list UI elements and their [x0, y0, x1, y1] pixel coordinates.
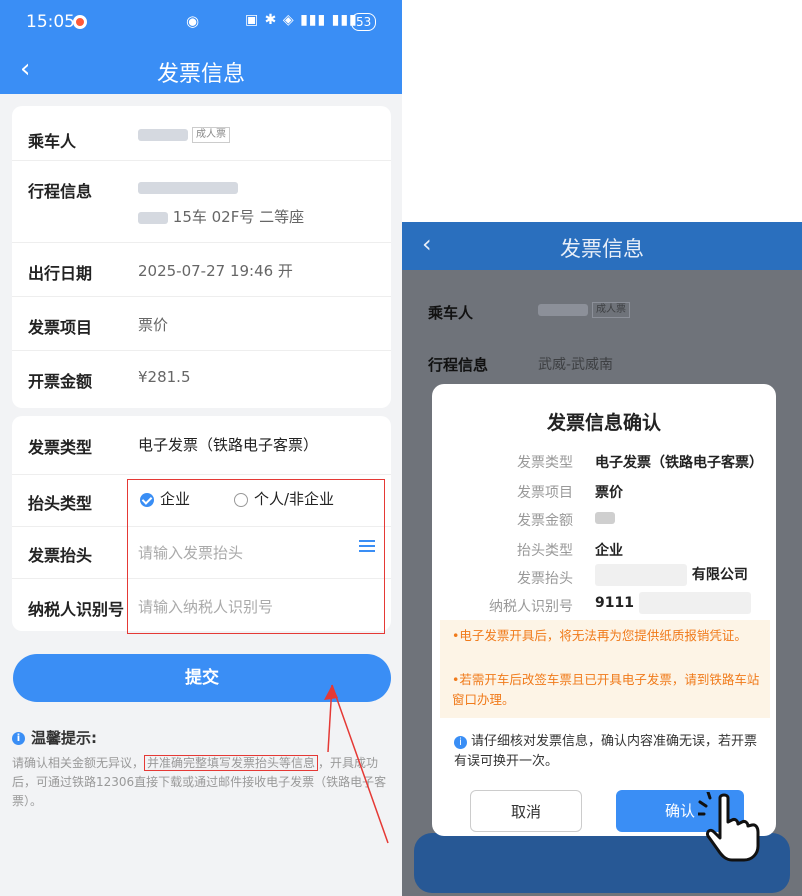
annotation-arrow-icon	[324, 684, 389, 844]
confirm-note: i 请仔细核对发票信息，确认内容准确无误，若开票有误可换开一次。	[454, 734, 758, 769]
dialog-header-value: 有限公司	[595, 564, 748, 586]
dialog-label: 发票项目	[517, 485, 573, 501]
dialog-amount-blurred	[595, 510, 615, 526]
right-screen: ‹ 发票信息 乘车人 成人票 行程信息 武威-武威南 发票信息确认 发票类型 电…	[402, 222, 802, 896]
warning-box: •电子发票开具后，将无法再为您提供纸质报销凭证。 •若需开车后改签车票且已开具电…	[440, 620, 770, 718]
dialog-value: 电子发票（铁路电子客票）	[595, 455, 763, 471]
dialog-label: 纳税人识别号	[489, 599, 573, 615]
dialog-title: 发票信息确认	[546, 412, 661, 434]
confirm-dialog: 发票信息确认 发票类型 电子发票（铁路电子客票） 发票项目 票价 发票金额 抬头…	[432, 384, 776, 836]
left-screen: 15:05 ◉ ▣ ✱ ◈ ▮▮▮ ▮▮▮ 53 ‹ 发票信息 乘车人 成人票 …	[0, 0, 402, 896]
warning-text: •电子发票开具后，将无法再为您提供纸质报销凭证。	[452, 628, 747, 643]
dialog-label: 发票抬头	[517, 571, 573, 587]
hand-pointer-icon	[698, 792, 760, 862]
dialog-label: 发票金额	[517, 513, 573, 529]
dialog-taxid-value: 9111	[595, 592, 751, 614]
cancel-button[interactable]: 取消	[470, 790, 582, 832]
dialog-label: 抬头类型	[517, 543, 573, 559]
warning-text: •若需开车后改签车票且已开具电子发票，请到铁路车站窗口办理。	[452, 672, 760, 707]
right-nav-bar: ‹ 发票信息	[402, 222, 802, 270]
info-icon: i	[454, 736, 467, 749]
dialog-label: 发票类型	[517, 455, 573, 471]
right-page-title: 发票信息	[560, 237, 644, 261]
dialog-value: 票价	[595, 485, 623, 501]
dialog-value: 企业	[595, 543, 623, 559]
